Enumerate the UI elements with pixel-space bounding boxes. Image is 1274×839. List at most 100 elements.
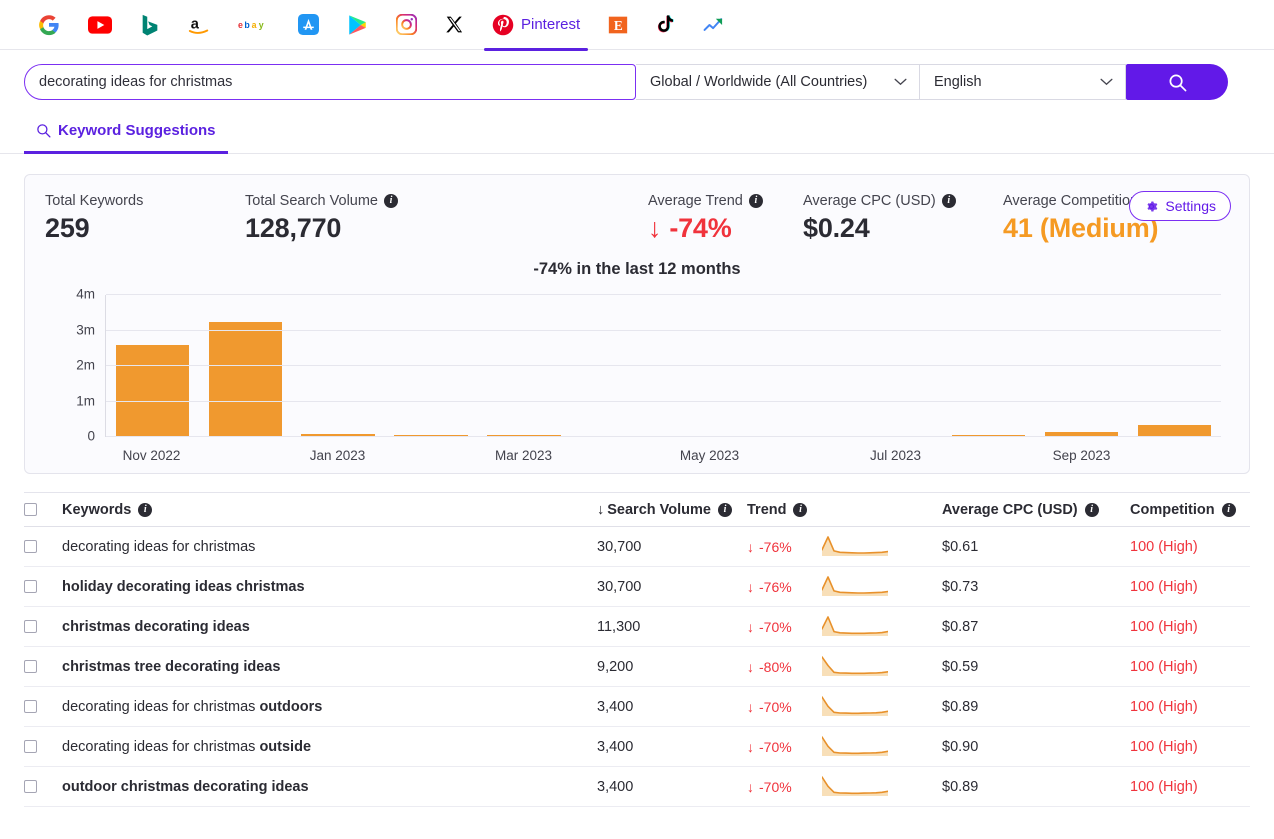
column-header-average-cpc[interactable]: Average CPC (USD) i: [942, 502, 1130, 518]
select-all-checkbox[interactable]: [24, 503, 37, 516]
table-row[interactable]: decorating ideas for christmas outside3,…: [24, 727, 1250, 767]
table-row[interactable]: decorating ideas for christmas outdoors3…: [24, 687, 1250, 727]
country-select-wrapper[interactable]: Global / Worldwide (All Countries): [636, 64, 920, 100]
info-icon[interactable]: i: [1222, 503, 1236, 517]
row-checkbox[interactable]: [24, 580, 37, 593]
search-icon: [1168, 73, 1187, 92]
engine-tab-google-play[interactable]: [333, 0, 382, 50]
info-icon[interactable]: i: [718, 503, 732, 517]
row-checkbox[interactable]: [24, 540, 37, 553]
chart-gridline: 1m: [106, 401, 1221, 402]
table-row[interactable]: christmas tree decorating ideas9,200↓-80…: [24, 647, 1250, 687]
cell-keyword[interactable]: decorating ideas for christmas: [62, 539, 597, 555]
cell-sparkline: [822, 694, 942, 720]
row-checkbox[interactable]: [24, 700, 37, 713]
row-checkbox-cell: [24, 740, 62, 753]
engine-tab-x-twitter[interactable]: [431, 0, 478, 50]
svg-text:a: a: [252, 20, 257, 30]
table-row[interactable]: holiday decorating ideas christmas30,700…: [24, 567, 1250, 607]
chart-bar[interactable]: [116, 345, 190, 437]
engine-tab-youtube[interactable]: [74, 0, 126, 50]
stat-total-keywords: Total Keywords 259: [45, 193, 245, 244]
search-row: Global / Worldwide (All Countries) Engli…: [0, 50, 1274, 112]
row-checkbox[interactable]: [24, 620, 37, 633]
row-checkbox[interactable]: [24, 660, 37, 673]
summary-stats: Total Keywords 259 Total Search Volume i…: [25, 175, 1249, 250]
row-checkbox[interactable]: [24, 780, 37, 793]
settings-label: Settings: [1165, 198, 1216, 214]
trend-percent: -70%: [759, 619, 792, 635]
language-select-wrapper[interactable]: English: [920, 64, 1126, 100]
engine-tab-bing[interactable]: [126, 0, 174, 50]
info-icon[interactable]: i: [749, 194, 763, 208]
stat-value-wrapper: ↓ -74%: [648, 213, 793, 244]
engine-tab-google[interactable]: [24, 0, 74, 50]
engine-tab-bar: a e b a y: [0, 0, 1274, 50]
search-button[interactable]: [1126, 64, 1228, 100]
keyword-text: outdoor christmas decorating ideas: [62, 779, 309, 795]
cell-average-cpc: $0.59: [942, 659, 1130, 675]
stat-label: Total Keywords: [45, 193, 143, 209]
cell-sparkline: [822, 654, 942, 680]
engine-tab-etsy[interactable]: E: [594, 0, 642, 50]
chart-title: -74% in the last 12 months: [25, 260, 1249, 279]
keyword-text: decorating ideas for christmas: [62, 699, 259, 715]
trend-percent: -76%: [759, 579, 792, 595]
info-icon[interactable]: i: [1085, 503, 1099, 517]
cell-keyword[interactable]: christmas decorating ideas: [62, 619, 597, 635]
stat-label: Average Trend: [648, 193, 743, 209]
stat-label: Total Search Volume: [245, 193, 378, 209]
chart-bar[interactable]: [209, 322, 283, 437]
trend-down-arrow-icon: ↓: [747, 539, 754, 555]
cell-keyword[interactable]: outdoor christmas decorating ideas: [62, 779, 597, 795]
trend-value: ↓-70%: [747, 779, 822, 795]
cell-search-volume: 30,700: [597, 579, 747, 595]
engine-tab-tiktok[interactable]: [642, 0, 689, 50]
trend-percent: -76%: [759, 539, 792, 555]
row-checkbox[interactable]: [24, 740, 37, 753]
search-input[interactable]: [24, 64, 636, 100]
table-row[interactable]: christmas decorating ideas11,300↓-70%$0.…: [24, 607, 1250, 647]
cell-keyword[interactable]: decorating ideas for christmas outdoors: [62, 699, 597, 715]
cell-competition: 100 (High): [1130, 539, 1250, 555]
info-icon[interactable]: i: [942, 194, 956, 208]
trend-percent: -70%: [759, 779, 792, 795]
svg-text:b: b: [244, 20, 250, 30]
column-header-competition[interactable]: Competition i: [1130, 502, 1250, 518]
chart-gridline: 2m: [106, 365, 1221, 366]
column-header-keywords[interactable]: Keywords i: [62, 502, 597, 518]
keyword-text: christmas decorating ideas: [62, 619, 250, 635]
chart-y-tick-label: 4m: [76, 287, 95, 302]
trend-percent: -70%: [759, 739, 792, 755]
cell-keyword[interactable]: christmas tree decorating ideas: [62, 659, 597, 675]
cell-competition: 100 (High): [1130, 579, 1250, 595]
info-icon[interactable]: i: [384, 194, 398, 208]
engine-tab-instagram[interactable]: [382, 0, 431, 50]
column-header-search-volume[interactable]: ↓ Search Volume i: [597, 502, 747, 518]
settings-button[interactable]: Settings: [1129, 191, 1231, 221]
cell-keyword[interactable]: decorating ideas for christmas outside: [62, 739, 597, 755]
etsy-icon: E: [608, 15, 628, 35]
table-row[interactable]: outdoor christmas decorating ideas3,400↓…: [24, 767, 1250, 807]
row-checkbox-cell: [24, 660, 62, 673]
cell-keyword[interactable]: holiday decorating ideas christmas: [62, 579, 597, 595]
info-icon[interactable]: i: [793, 503, 807, 517]
engine-tab-ebay[interactable]: e b a y: [224, 0, 284, 50]
stat-label: Average Competition: [1003, 193, 1138, 209]
trend-value: ↓-76%: [747, 579, 822, 595]
table-row[interactable]: decorating ideas for christmas30,700↓-76…: [24, 527, 1250, 567]
trend-down-arrow-icon: ↓: [648, 213, 661, 244]
tab-keyword-suggestions[interactable]: Keyword Suggestions: [24, 112, 228, 154]
engine-tab-google-trends[interactable]: [689, 0, 739, 50]
language-select[interactable]: English: [920, 65, 1125, 99]
chart-x-axis: Nov 2022.Jan 2023.Mar 2023.May 2023.Jul …: [105, 448, 1221, 463]
table-body: decorating ideas for christmas30,700↓-76…: [24, 527, 1250, 807]
engine-tab-amazon[interactable]: a: [174, 0, 224, 50]
country-select[interactable]: Global / Worldwide (All Countries): [636, 65, 919, 99]
cell-search-volume: 11,300: [597, 619, 747, 635]
info-icon[interactable]: i: [138, 503, 152, 517]
engine-tab-pinterest[interactable]: Pinterest: [478, 0, 594, 50]
cell-sparkline: [822, 774, 942, 800]
column-header-trend[interactable]: Trend i: [747, 502, 822, 518]
engine-tab-app-store[interactable]: [284, 0, 333, 50]
